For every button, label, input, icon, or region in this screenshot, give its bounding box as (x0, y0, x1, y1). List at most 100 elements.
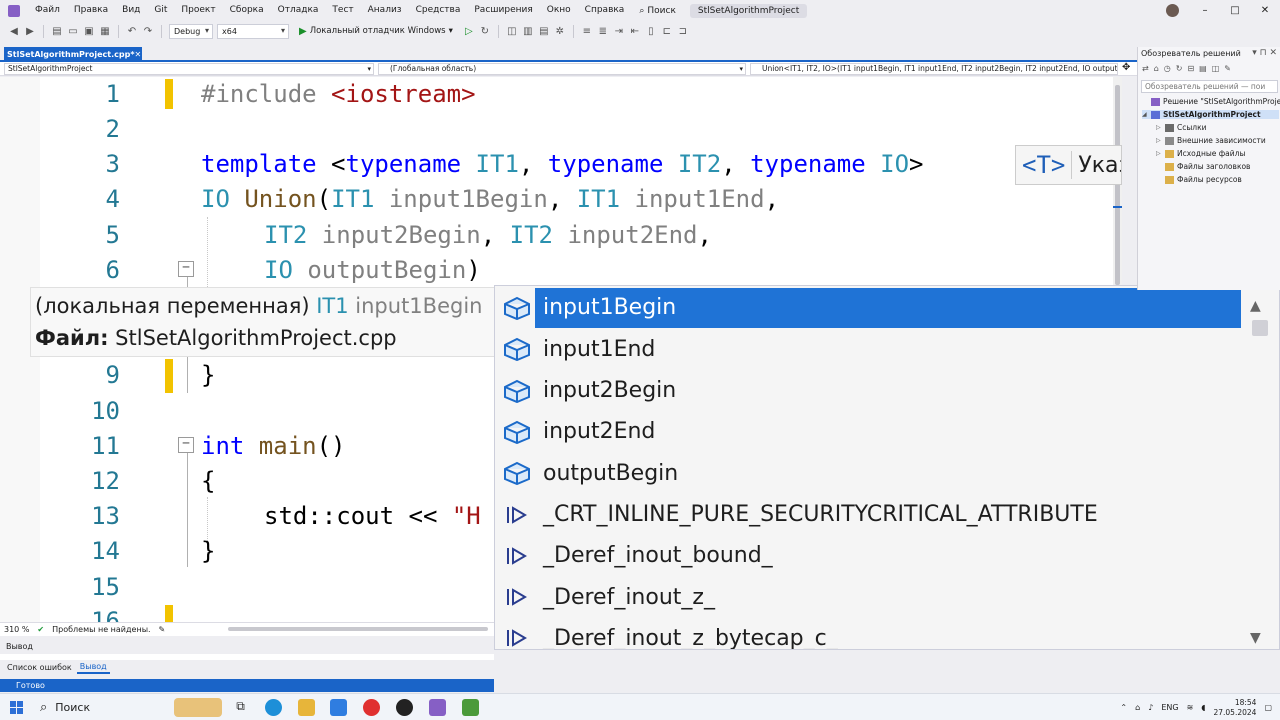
redo-icon[interactable]: ↷ (142, 25, 154, 37)
bookmark-next-icon[interactable]: ⊐ (677, 25, 689, 37)
user-avatar[interactable] (1166, 4, 1179, 17)
scroll-down-icon[interactable]: ▼ (1250, 630, 1261, 646)
completion-item[interactable]: outputBegin (495, 453, 1245, 493)
completion-item[interactable]: _Deref_inout_z_ (495, 577, 1245, 617)
menu-git[interactable]: Git (147, 0, 174, 21)
menu-search[interactable]: ⌕ Поиск (631, 6, 684, 16)
windows-start-icon[interactable] (10, 701, 23, 714)
tab-error-list[interactable]: Список ошибок (4, 662, 75, 673)
completion-item[interactable]: input1Begin (495, 288, 1245, 328)
brush-icon[interactable]: ✎ (159, 625, 166, 634)
split-icon[interactable]: ✥ (1122, 62, 1130, 73)
menu-analyze[interactable]: Анализ (361, 0, 409, 21)
indent-icon[interactable]: ⇥ (613, 25, 625, 37)
scrollbar-thumb[interactable] (1115, 85, 1120, 285)
chevron-up-icon[interactable]: ⌃ (1120, 703, 1127, 712)
configuration-select[interactable]: Debug (169, 23, 213, 39)
bug-icon[interactable]: ✲ (554, 25, 566, 37)
collapse-all-icon[interactable]: ⊟ (1187, 64, 1194, 77)
speaker-icon[interactable]: ◖ (1201, 703, 1205, 712)
uncomment-icon[interactable]: ≣ (597, 25, 609, 37)
task-view-icon[interactable]: ⧉ (232, 699, 249, 716)
completion-item[interactable]: input1End (495, 329, 1245, 369)
yandex-browser-icon[interactable] (363, 699, 380, 716)
completion-item[interactable]: _Deref_inout_bound_ (495, 536, 1245, 576)
microsoft-store-icon[interactable] (330, 699, 347, 716)
editor-horizontal-scrollbar[interactable] (228, 627, 488, 631)
app-taskbar-icon[interactable] (462, 699, 479, 716)
properties-icon[interactable]: ✎ (1224, 64, 1231, 77)
volume-icon[interactable]: ♪ (1148, 703, 1153, 712)
menu-window[interactable]: Окно (540, 0, 578, 21)
completion-item[interactable]: input2Begin (495, 371, 1245, 411)
tab-output[interactable]: Вывод (76, 661, 110, 674)
close-icon[interactable]: ✕ (1250, 5, 1280, 16)
menu-help[interactable]: Справка (578, 0, 632, 21)
menu-edit[interactable]: Правка (67, 0, 115, 21)
tree-node-solution[interactable]: Решение "StlSetAlgorithmProject" (1142, 97, 1280, 106)
panel-options-icon[interactable]: ▾ ⊓ ✕ (1252, 48, 1277, 58)
start-without-debugging-icon[interactable]: ▷ (463, 25, 475, 37)
obs-studio-icon[interactable] (396, 699, 413, 716)
browse-icon[interactable]: ◫ (506, 25, 518, 37)
collapse-toggle-icon[interactable]: − (178, 261, 194, 277)
menu-tools[interactable]: Средства (409, 0, 468, 21)
preview-icon[interactable]: ◫ (1212, 64, 1220, 77)
menu-debug[interactable]: Отладка (271, 0, 326, 21)
home-icon[interactable]: ⌂ (1154, 64, 1159, 77)
clock[interactable]: 18:54 27.05.2024 (1213, 698, 1256, 718)
document-tab[interactable]: StlSetAlgorithmProject.cpp* ✕ (4, 47, 142, 61)
menu-project[interactable]: Проект (174, 0, 222, 21)
open-folder-icon[interactable]: ▭ (67, 25, 79, 37)
outdent-icon[interactable]: ⇤ (629, 25, 641, 37)
layout-icon[interactable]: ▤ (538, 25, 550, 37)
forward-icon[interactable]: ▶ (24, 25, 36, 37)
undo-icon[interactable]: ↶ (126, 25, 138, 37)
zoom-level[interactable]: 310 % (4, 625, 29, 634)
start-debugging-button[interactable]: ▶ Локальный отладчик Windows ▾ (293, 26, 459, 37)
visual-studio-taskbar-icon[interactable] (429, 699, 446, 716)
menu-view[interactable]: Вид (115, 0, 147, 21)
project-dropdown[interactable]: StlSetAlgorithmProject ▾ (4, 63, 374, 75)
minimize-icon[interactable]: – (1190, 5, 1220, 16)
completion-item[interactable]: input2End (495, 412, 1245, 452)
save-icon[interactable]: ▣ (83, 25, 95, 37)
comment-icon[interactable]: ≡ (581, 25, 593, 37)
scroll-up-icon[interactable]: ▲ (1250, 298, 1261, 314)
tree-node-source-files[interactable]: ▷ Исходные файлы (1156, 149, 1245, 158)
history-icon[interactable]: ◷ (1164, 64, 1171, 77)
show-all-files-icon[interactable]: ▤ (1199, 64, 1207, 77)
refresh-icon[interactable]: ↻ (479, 25, 491, 37)
solution-search-input[interactable]: Обозреватель решений — пои (1141, 80, 1278, 93)
notifications-icon[interactable]: ▢ (1264, 703, 1272, 712)
edge-browser-icon[interactable] (265, 699, 282, 716)
layout-icon[interactable]: ▥ (522, 25, 534, 37)
issues-status[interactable]: Проблемы не найдены. (52, 625, 150, 634)
new-item-icon[interactable]: ▤ (51, 25, 63, 37)
save-all-icon[interactable]: ▦ (99, 25, 111, 37)
member-dropdown[interactable]: Union<IT1, IT2, IO>(IT1 input1Begin, IT1… (750, 63, 1118, 75)
tree-node-header-files[interactable]: Файлы заголовков (1156, 162, 1250, 171)
collapse-toggle-icon[interactable]: − (178, 437, 194, 453)
tree-node-references[interactable]: ▷ Ссылки (1156, 123, 1206, 132)
platform-select[interactable]: x64 (217, 23, 289, 39)
taskbar-search[interactable]: ⌕ Поиск (36, 698, 226, 717)
tree-node-external-deps[interactable]: ▷ Внешние зависимости (1156, 136, 1266, 145)
completion-scrollbar[interactable]: ▲ ▼ (1248, 298, 1272, 648)
tree-node-resource-files[interactable]: Файлы ресурсов (1156, 175, 1242, 184)
scope-dropdown[interactable]: (Глобальная область) ▾ (378, 63, 746, 75)
input-language[interactable]: ENG (1161, 703, 1178, 712)
close-tab-icon[interactable]: ✕ (135, 50, 142, 59)
network-icon[interactable]: ⌂ (1135, 703, 1140, 712)
bookmark-icon[interactable]: ▯ (645, 25, 657, 37)
bookmark-prev-icon[interactable]: ⊏ (661, 25, 673, 37)
maximize-icon[interactable]: □ (1220, 5, 1250, 16)
back-icon[interactable]: ◀ (8, 25, 20, 37)
intellisense-completion-list[interactable]: input1Begin input1End input2Begin input2End… (494, 285, 1280, 650)
menu-build[interactable]: Сборка (223, 0, 271, 21)
scrollbar-thumb[interactable] (1252, 320, 1268, 336)
tree-node-project[interactable]: ◢ StlSetAlgorithmProject (1142, 110, 1279, 119)
completion-item[interactable]: _CRT_INLINE_PURE_SECURITYCRITICAL_ATTRIB… (495, 495, 1245, 535)
sync-icon[interactable]: ⇄ (1142, 64, 1149, 77)
menu-extensions[interactable]: Расширения (467, 0, 539, 21)
